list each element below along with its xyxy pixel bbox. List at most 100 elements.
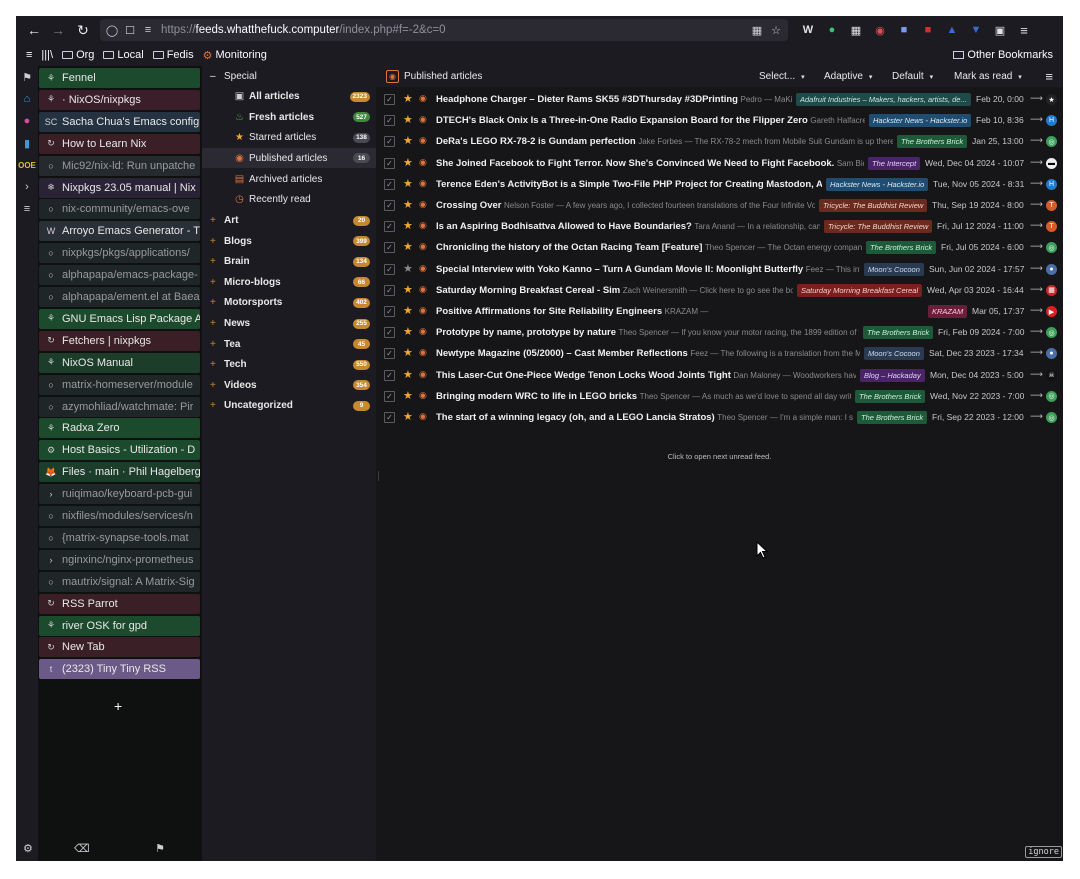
tab-item[interactable]: ○ mautrix/signal: A Matrix-Sig	[39, 571, 200, 592]
tab-item[interactable]: ⚙ Host Basics - Utilization - D	[39, 440, 200, 461]
tab-item[interactable]: › nginxinc/nginx-prometheus	[39, 549, 200, 570]
select-checkbox[interactable]: ✓	[384, 115, 395, 127]
published-rss-icon[interactable]: ◉	[419, 411, 427, 422]
select-checkbox[interactable]: ✓	[384, 221, 395, 233]
tab-item[interactable]: ○ Mic92/nix-ld: Run unpatche	[39, 155, 200, 176]
feed-badge[interactable]: Moon's Cocoon	[864, 347, 924, 361]
article-title[interactable]: Newtype Magazine (05/2000) – Cast Member…	[436, 348, 688, 359]
tab-item[interactable]: ↻ New Tab	[39, 637, 200, 658]
category-item[interactable]: + Tech 550	[202, 355, 376, 375]
special-feed-item[interactable]: ▣ All articles 2323	[202, 87, 376, 107]
headline-row[interactable]: ✓ ★ ◉ The start of a winning legacy (oh, an…	[376, 407, 1063, 428]
star-icon[interactable]: ★	[403, 346, 413, 359]
select-checkbox[interactable]: ✓	[384, 327, 395, 339]
tab-item[interactable]: ○ alphapapa/ement.el at Baea	[39, 287, 200, 307]
extension-eyes-icon[interactable]: ◉	[870, 20, 890, 40]
select-checkbox[interactable]: ✓	[384, 348, 395, 360]
headline-row[interactable]: ✓ ★ ◉ Bringing modern WRC to life in LEGO b…	[376, 386, 1063, 407]
wallabag-icon[interactable]: W	[798, 20, 818, 40]
published-rss-icon[interactable]: ◉	[419, 220, 427, 231]
article-text[interactable]: Chronicling the history of the Octan Rac…	[436, 242, 862, 253]
bookmark-org[interactable]: Org	[62, 49, 94, 61]
published-rss-icon[interactable]: ◉	[419, 114, 427, 125]
select-checkbox[interactable]: ✓	[384, 412, 395, 423]
published-rss-icon[interactable]: ◉	[419, 135, 427, 146]
open-link-icon[interactable]: ⟶	[1030, 326, 1043, 337]
category-item[interactable]: + Tea 45	[202, 334, 376, 354]
settings-icon[interactable]: ⚙	[23, 842, 33, 855]
select-checkbox[interactable]: ✓	[384, 136, 395, 148]
category-item[interactable]: + Videos 354	[202, 375, 376, 395]
special-feed-item[interactable]: ♨ Fresh articles 527	[202, 107, 376, 127]
article-title[interactable]: The start of a winning legacy (oh, and a…	[436, 412, 715, 423]
article-title[interactable]: She Joined Facebook to Fight Terror. Now…	[436, 158, 834, 169]
select-checkbox[interactable]: ✓	[384, 178, 395, 190]
category-item[interactable]: + Brain 134	[202, 252, 376, 272]
article-text[interactable]: Is an Aspiring Bodhisattva Allowed to Ha…	[436, 221, 820, 232]
url-text[interactable]: https://feeds.whatthefuck.computer/index…	[161, 24, 446, 36]
tab-item[interactable]: ⚘ NixOS Manual	[39, 352, 200, 373]
star-icon[interactable]: ★	[403, 389, 413, 402]
headline-row[interactable]: ✓ ★ ◉ Prototype by name, prototype by natur…	[376, 322, 1063, 343]
feed-badge[interactable]: Tricycle: The Buddhist Review	[819, 199, 928, 212]
published-rss-icon[interactable]: ◉	[419, 326, 427, 337]
expand-icon[interactable]: +	[210, 297, 220, 308]
star-icon[interactable]: ★	[403, 283, 413, 296]
open-link-icon[interactable]: ⟶	[1030, 135, 1043, 146]
open-link-icon[interactable]: ⟶	[1030, 263, 1043, 274]
special-feed-item[interactable]: ◷ Recently read	[202, 190, 376, 210]
category-item[interactable]: + News 255	[202, 314, 376, 334]
open-link-icon[interactable]: ⟶	[1030, 241, 1043, 252]
collapse-icon[interactable]: –	[210, 71, 220, 82]
article-title[interactable]: Special Interview with Yoko Kanno – Turn…	[436, 264, 803, 275]
open-link-icon[interactable]: ⟶	[1030, 93, 1043, 104]
expand-icon[interactable]: +	[210, 380, 220, 391]
open-link-icon[interactable]: ⟶	[1030, 390, 1043, 401]
open-link-icon[interactable]: ⟶	[1030, 199, 1043, 210]
select-checkbox[interactable]: ✓	[384, 242, 395, 254]
tab-item[interactable]: ○ matrix-homeserver/module	[39, 374, 200, 395]
expand-icon[interactable]: +	[210, 236, 220, 247]
star-icon[interactable]: ★	[403, 113, 413, 126]
tab-item[interactable]: › ruiqimao/keyboard-pcb-gui	[39, 484, 200, 505]
view-mode-dropdown[interactable]: Adaptive	[824, 71, 872, 82]
category-item[interactable]: + Blogs 399	[202, 231, 376, 251]
category-item[interactable]: + Art 20	[202, 211, 376, 231]
headline-row[interactable]: ✓ ★ ◉ She Joined Facebook to Fight Terror. …	[376, 153, 1063, 174]
star-icon[interactable]: ★	[403, 156, 413, 169]
next-unread-link[interactable]: Click to open next unread feed.	[376, 452, 1063, 461]
article-text[interactable]: Saturday Morning Breakfast Cereal - Sim …	[436, 285, 793, 296]
headline-row[interactable]: ✓ ★ ◉ Special Interview with Yoko Kanno – T…	[376, 259, 1063, 280]
article-text[interactable]: This Laser-Cut One-Piece Wedge Tenon Loc…	[436, 370, 856, 381]
expand-icon[interactable]: +	[210, 277, 220, 288]
special-category[interactable]: – Special	[202, 66, 376, 86]
extension-red-icon[interactable]: ■	[918, 20, 938, 40]
feed-badge[interactable]: Moon's Cocoon	[864, 262, 924, 276]
list-panel-icon[interactable]: ≡	[16, 198, 38, 220]
other-bookmarks[interactable]: Other Bookmarks	[953, 49, 1053, 61]
tab-item[interactable]: SC Sacha Chua's Emacs config	[39, 111, 200, 132]
open-link-icon[interactable]: ⟶	[1030, 369, 1043, 380]
headline-row[interactable]: ✓ ★ ◉ Headphone Charger – Dieter Rams SK55 …	[376, 89, 1063, 110]
published-rss-icon[interactable]: ◉	[419, 157, 427, 168]
category-item[interactable]: + Motorsports 402	[202, 293, 376, 313]
feed-badge[interactable]: The Brothers Brick	[855, 389, 926, 403]
feed-badge[interactable]: Saturday Morning Breakfast Cereal	[797, 283, 923, 297]
star-icon[interactable]: ★	[403, 262, 413, 275]
published-rss-icon[interactable]: ◉	[419, 178, 427, 189]
published-rss-icon[interactable]: ◉	[419, 263, 427, 274]
bookmark-star-icon[interactable]: ☆	[767, 24, 785, 37]
star-icon[interactable]: ★	[403, 304, 413, 317]
tab-item[interactable]: ⚘ · NixOS/nixpkgs	[39, 89, 200, 110]
article-text[interactable]: Special Interview with Yoko Kanno – Turn…	[436, 264, 860, 275]
article-title[interactable]: Bringing modern WRC to life in LEGO bric…	[436, 391, 637, 402]
puzzle-icon[interactable]: ▣	[990, 20, 1010, 40]
expand-icon[interactable]: +	[210, 400, 220, 411]
bookmarks-panel-icon[interactable]: ⚑	[16, 66, 38, 88]
select-checkbox[interactable]: ✓	[384, 284, 395, 296]
library-icon[interactable]: |||\	[41, 49, 53, 61]
published-rss-icon[interactable]: ◉	[419, 305, 427, 316]
shield-icon[interactable]: ◯	[103, 24, 121, 37]
open-link-icon[interactable]: ⟶	[1030, 284, 1043, 295]
article-title[interactable]: Chronicling the history of the Octan Rac…	[436, 242, 702, 253]
